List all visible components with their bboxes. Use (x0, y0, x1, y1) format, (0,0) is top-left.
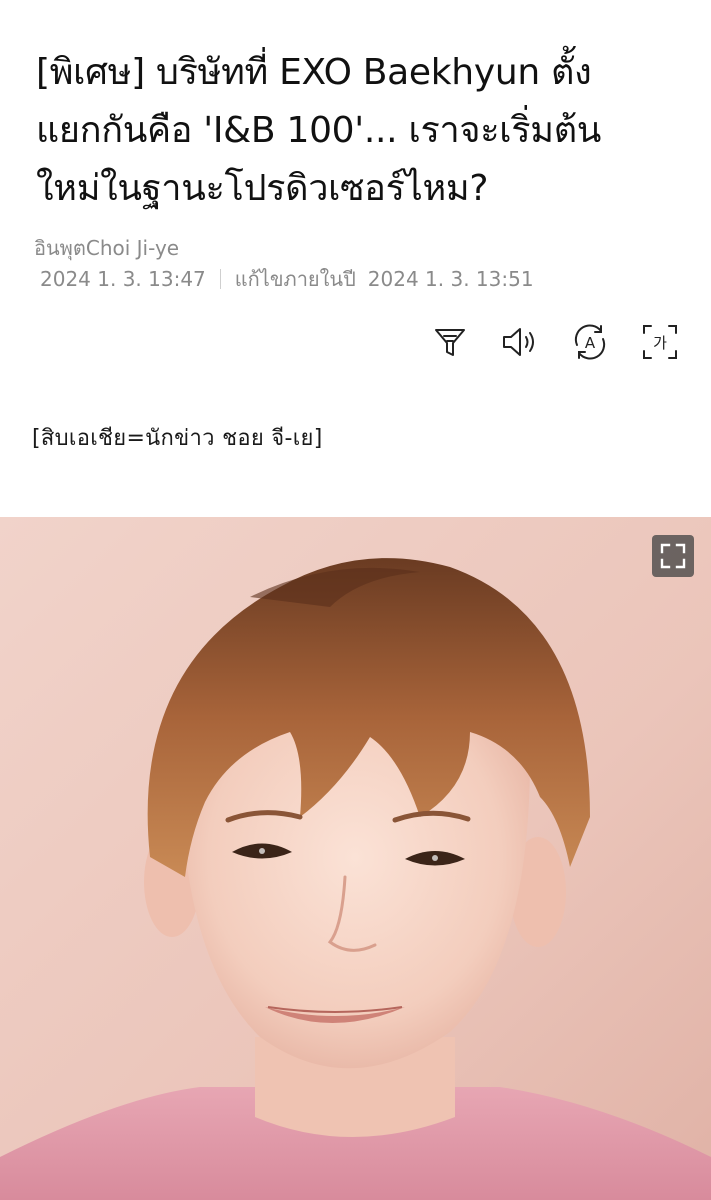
font-size-button[interactable]: 가 (640, 320, 680, 364)
font-size-glyph: 가 (653, 334, 667, 352)
summary-button[interactable] (430, 320, 470, 364)
expand-image-button[interactable] (652, 535, 694, 577)
headline-line: [พิเศษ] บริษัทที่ EXO Baekhyun ตั้ง (36, 52, 592, 93)
article-timestamps: 2024 1. 3. 13:47 แก้ไขภายในปี 2024 1. 3.… (40, 263, 534, 295)
portrait-illustration (0, 517, 711, 1200)
translate-icon: A (574, 324, 606, 360)
author-byline: อินพุตChoi Ji-ye (34, 236, 180, 260)
headline-line: แยกกันคือ 'I&B 100'... เราจะเริ่มต้น (36, 110, 602, 151)
article-source-line: [สิบเอเชีย=นักข่าว ชอย จี-เย] (32, 426, 323, 451)
article-toolbar: A 가 (430, 320, 680, 364)
edited-label: แก้ไขภายในปี (234, 267, 356, 291)
edited-time: 2024 1. 3. 13:51 (367, 267, 534, 291)
timestamp-divider (219, 269, 221, 289)
font-size-icon: 가 (643, 325, 677, 359)
expand-icon (660, 543, 686, 569)
summary-filter-icon (435, 329, 465, 356)
translate-glyph: A (585, 334, 596, 352)
article-headline: [พิเศษ] บริษัทที่ EXO Baekhyun ตั้ง แยกก… (36, 44, 676, 218)
listen-button[interactable] (500, 320, 540, 364)
article-photo (0, 517, 711, 1200)
published-time: 2024 1. 3. 13:47 (40, 267, 206, 291)
speaker-icon (503, 328, 534, 356)
headline-line: ใหม่ในฐานะโปรดิวเซอร์ไหม? (36, 168, 489, 209)
translate-button[interactable]: A (570, 320, 610, 364)
